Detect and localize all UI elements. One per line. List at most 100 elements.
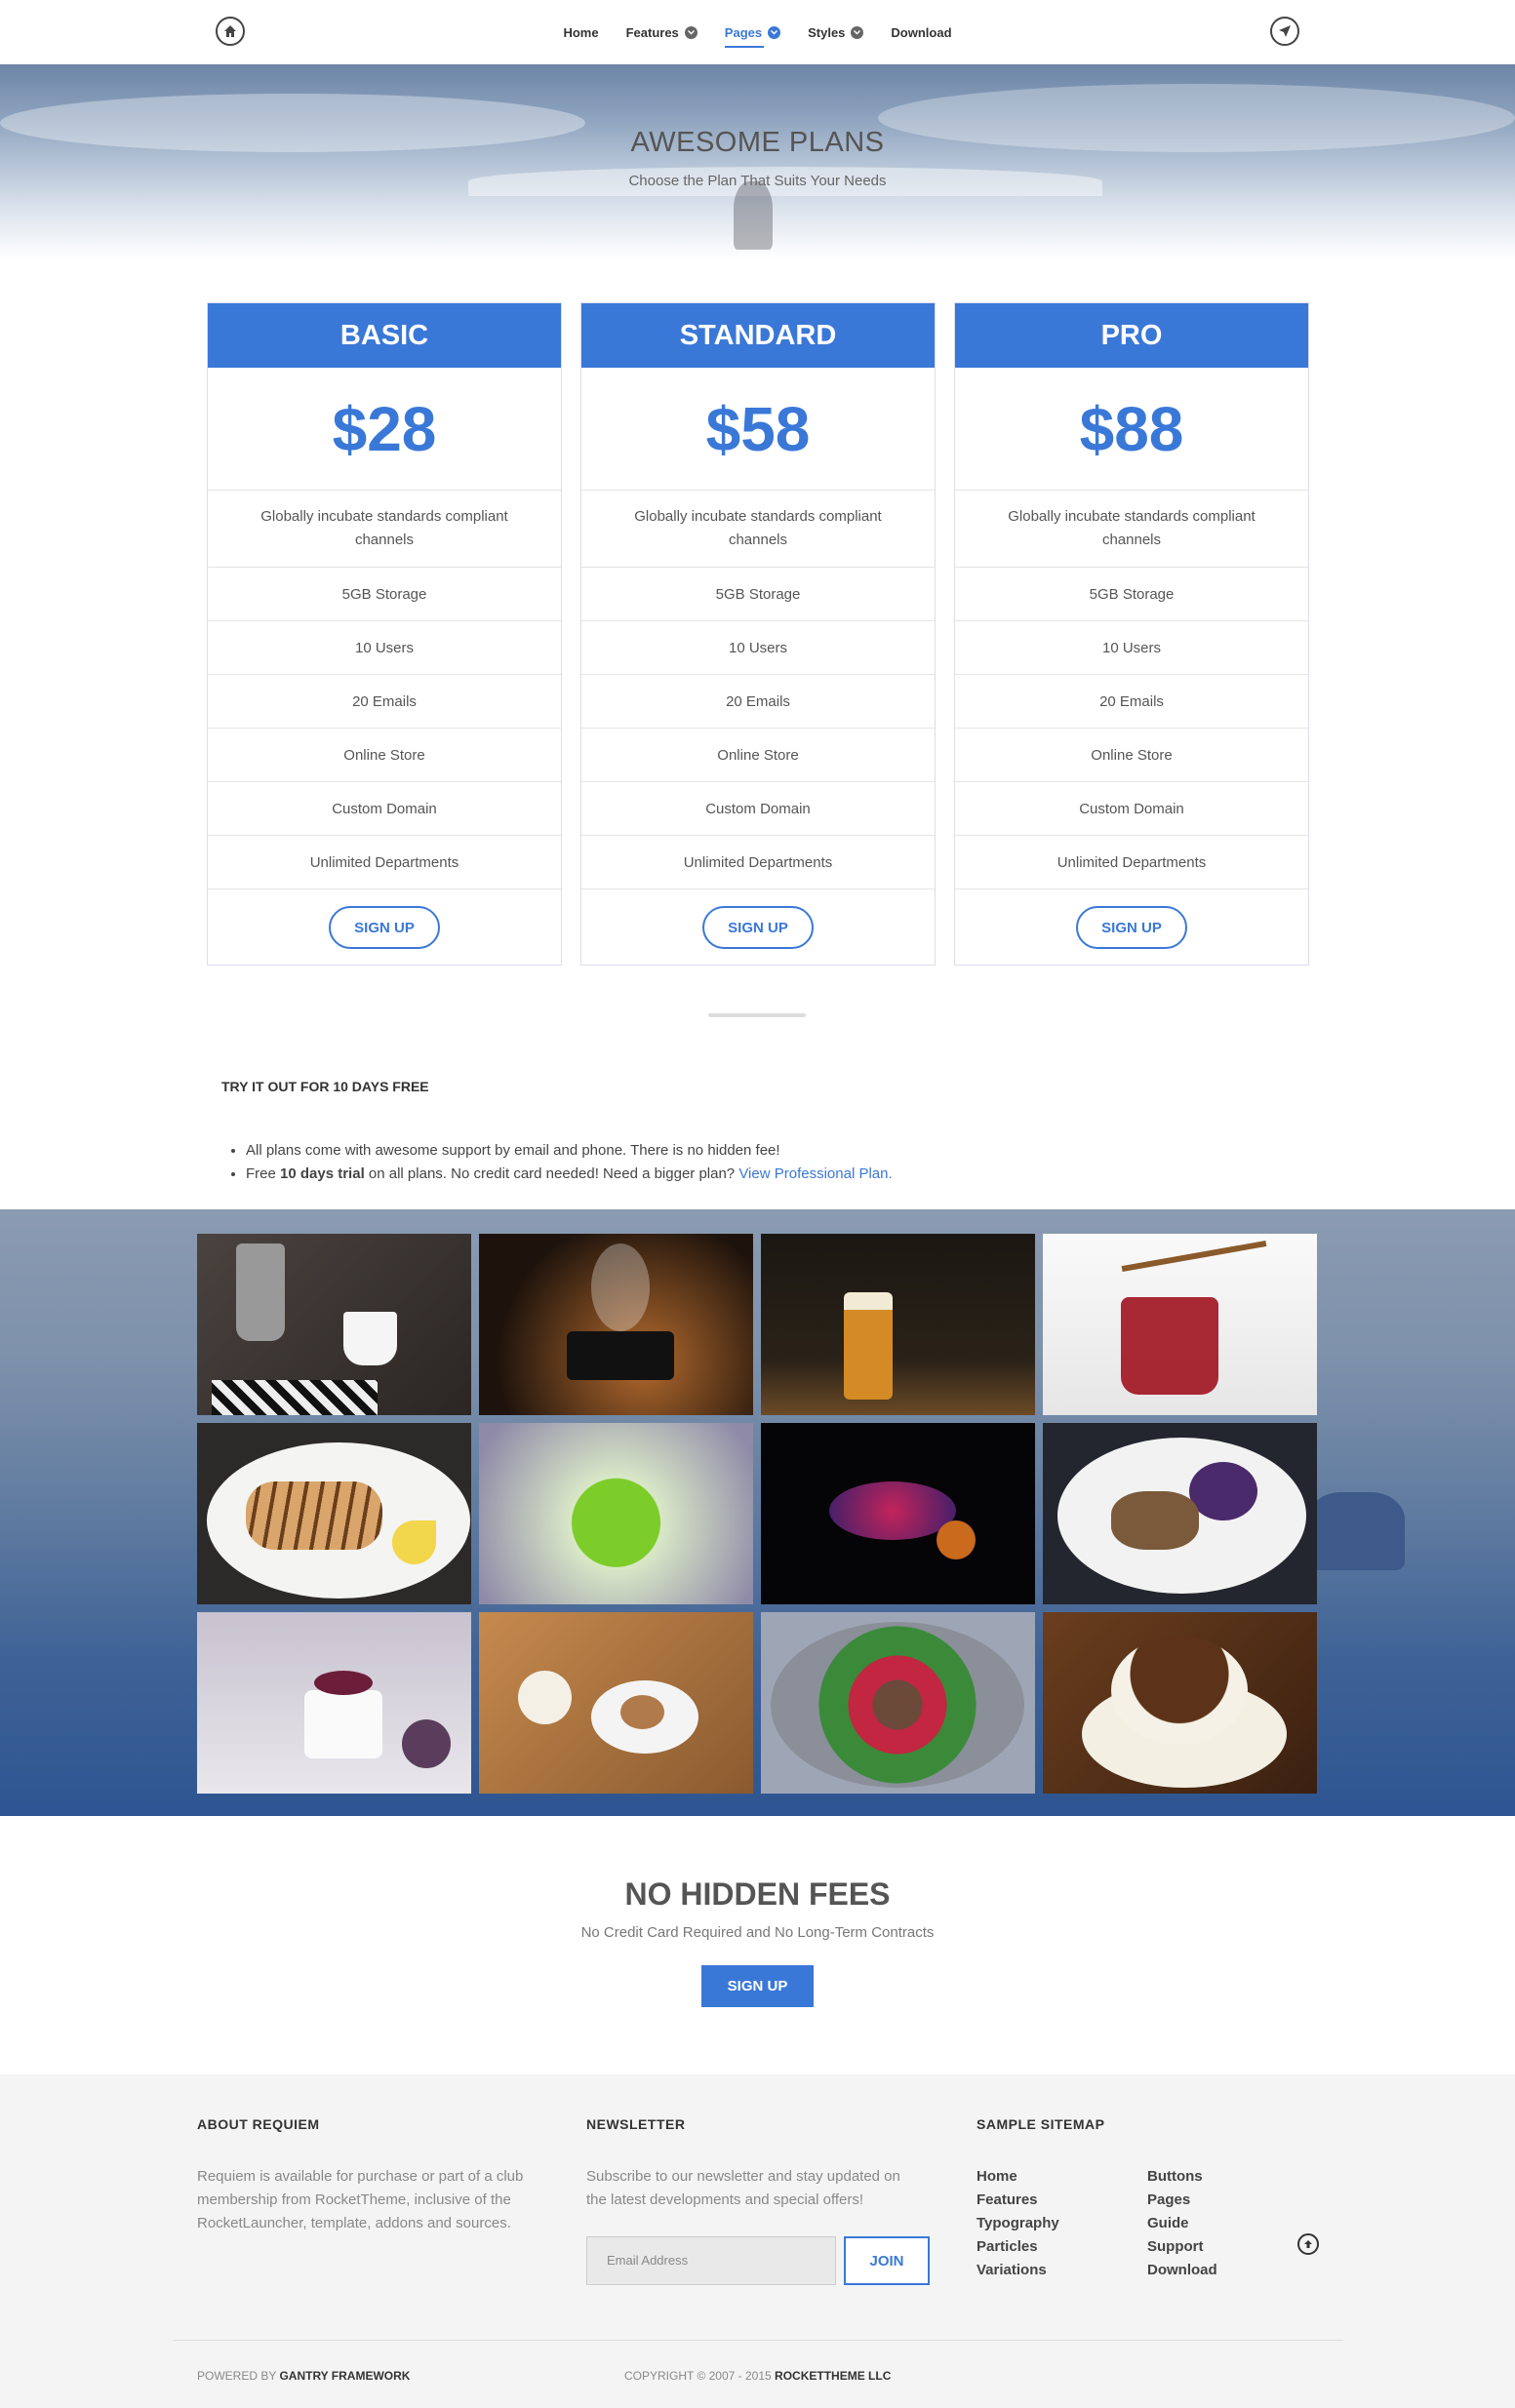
trial-bullet-2-text: Free <box>246 1165 281 1182</box>
sitemap-link[interactable]: Features <box>977 2189 1059 2212</box>
plan-price: $28 <box>208 368 561 491</box>
pricing-card-pro: PRO $88 Globally incubate standards compli… <box>954 302 1309 966</box>
sitemap-link[interactable]: Guide <box>1147 2212 1217 2235</box>
bread-roll <box>620 1695 664 1729</box>
plan-feature: 10 Users <box>208 621 561 675</box>
gallery-tile-salad-bowl[interactable] <box>761 1612 1035 1794</box>
trial-heading: TRY IT OUT FOR 10 DAYS FREE <box>221 1079 429 1094</box>
nav-item-features[interactable]: Features <box>626 22 698 42</box>
back-to-top-icon[interactable] <box>1297 2233 1319 2255</box>
plan-price: $58 <box>581 368 935 491</box>
gallery-tile-coffee-pot[interactable] <box>197 1234 471 1415</box>
gallery-tile-flowers[interactable] <box>479 1423 753 1604</box>
page-subtitle: Choose the Plan That Suits Your Needs <box>628 173 887 189</box>
sitemap-link[interactable]: Buttons <box>1147 2165 1217 2189</box>
gantry-framework-link[interactable]: GANTRY FRAMEWORK <box>279 2369 410 2383</box>
plan-button-row: SIGN UP <box>208 889 561 966</box>
sitemap-col-2: Buttons Pages Guide Support Download <box>1147 2165 1217 2282</box>
page-title: AWESOME PLANS <box>630 127 885 158</box>
gallery-tile-beer[interactable] <box>761 1234 1035 1415</box>
nav-label: Home <box>563 24 599 40</box>
cta-subtitle: No Credit Card Required and No Long-Term… <box>580 1924 935 1941</box>
nav-item-home[interactable]: Home <box>563 22 598 42</box>
section-divider <box>708 1013 806 1017</box>
copyright-prefix: COPYRIGHT © 2007 - 2015 <box>624 2369 776 2383</box>
list-item: Free 10 days trial on all plans. No cred… <box>246 1163 893 1186</box>
email-input[interactable]: Email Address <box>586 2236 836 2285</box>
nav-item-pages[interactable]: Pages <box>724 22 781 48</box>
plan-feature: Custom Domain <box>208 782 561 836</box>
background-car <box>1307 1492 1405 1570</box>
plan-feature: 5GB Storage <box>581 568 935 621</box>
nav-item-styles[interactable]: Styles <box>808 22 864 42</box>
trial-list: All plans come with awesome support by e… <box>224 1139 893 1186</box>
plan-feature: 10 Users <box>955 621 1308 675</box>
chevron-down-icon <box>851 25 864 39</box>
gallery-tile-coffee-cup[interactable] <box>1043 1612 1317 1794</box>
plan-button-row: SIGN UP <box>955 889 1308 966</box>
cup <box>1111 1637 1248 1744</box>
gallery-tile-steaming-pot[interactable] <box>479 1234 753 1415</box>
powered-by: POWERED BY GANTRY FRAMEWORK <box>197 2369 410 2383</box>
pot <box>567 1331 674 1380</box>
plan-feature: 5GB Storage <box>208 568 561 621</box>
berries <box>314 1671 373 1695</box>
coffee-cup <box>343 1312 397 1365</box>
red-cabbage <box>1189 1462 1257 1520</box>
nav-item-download[interactable]: Download <box>891 22 951 42</box>
small-fish <box>937 1520 976 1559</box>
gallery-tile-grilled-fish[interactable] <box>197 1423 471 1604</box>
plan-feature: Custom Domain <box>955 782 1308 836</box>
plan-name: STANDARD <box>581 303 935 368</box>
nav-label: Download <box>891 24 952 40</box>
plan-name: PRO <box>955 303 1308 368</box>
join-button[interactable]: JOIN <box>844 2236 930 2285</box>
newsletter-text: Subscribe to our newsletter and stay upd… <box>586 2168 900 2208</box>
plan-feature: 20 Emails <box>581 675 935 729</box>
signup-button[interactable]: SIGN UP <box>1076 906 1187 949</box>
pricing-card-standard: STANDARD $58 Globally incubate standards c… <box>580 302 936 966</box>
grapes <box>402 1719 451 1768</box>
gallery-tile-fish[interactable] <box>761 1423 1035 1604</box>
plan-feature: Custom Domain <box>581 782 935 836</box>
signup-button[interactable]: SIGN UP <box>701 1965 814 2007</box>
sitemap-col-1: Home Features Typography Particles Varia… <box>977 2165 1059 2282</box>
gallery-grid <box>197 1234 1317 1794</box>
sitemap-link[interactable]: Typography <box>977 2212 1059 2235</box>
plan-feature: Unlimited Departments <box>955 836 1308 889</box>
gallery-tile-honey-tea[interactable] <box>1043 1234 1317 1415</box>
meat <box>1111 1491 1199 1550</box>
sitemap-link[interactable]: Variations <box>977 2259 1059 2282</box>
cta-title: NO HIDDEN FEES <box>624 1876 891 1912</box>
signup-button[interactable]: SIGN UP <box>329 906 440 949</box>
sitemap-link[interactable]: Particles <box>977 2235 1059 2259</box>
nav-label: Features <box>625 24 679 40</box>
rockettheme-link[interactable]: ROCKETTHEME LLC <box>775 2369 891 2383</box>
rocket-icon[interactable] <box>1270 17 1299 46</box>
plan-price: $88 <box>955 368 1308 491</box>
trial-bullet-2-text: on all plans. No credit card needed! Nee… <box>364 1165 739 1182</box>
sitemap-link[interactable]: Home <box>977 2165 1059 2189</box>
signup-button[interactable]: SIGN UP <box>702 906 814 949</box>
panna-cotta <box>304 1690 382 1758</box>
plan-feature: Unlimited Departments <box>208 836 561 889</box>
gallery-tile-plated-dish[interactable] <box>1043 1423 1317 1604</box>
sitemap-link[interactable]: Download <box>1147 2259 1217 2282</box>
plan-feature: Online Store <box>581 729 935 782</box>
plan-feature: Globally incubate standards compliant ch… <box>581 491 935 568</box>
hero-figure <box>734 181 773 250</box>
plan-button-row: SIGN UP <box>581 889 935 966</box>
plan-name: BASIC <box>208 303 561 368</box>
about-title: ABOUT REQUIEM <box>197 2116 320 2132</box>
view-professional-plan-link[interactable]: View Professional Plan. <box>738 1165 892 1182</box>
sitemap-title: SAMPLE SITEMAP <box>977 2116 1105 2132</box>
gallery-tile-tea-and-bread[interactable] <box>479 1612 753 1794</box>
footer-divider <box>173 2340 1343 2341</box>
sitemap-link[interactable]: Support <box>1147 2235 1217 2259</box>
list-item: All plans come with awesome support by e… <box>246 1139 893 1163</box>
gallery-tile-dessert[interactable] <box>197 1612 471 1794</box>
about-text: Requiem is available for purchase or par… <box>197 2168 524 2231</box>
sitemap-link[interactable]: Pages <box>1147 2189 1217 2212</box>
grilled-fish <box>246 1481 382 1550</box>
plan-feature: Globally incubate standards compliant ch… <box>955 491 1308 568</box>
